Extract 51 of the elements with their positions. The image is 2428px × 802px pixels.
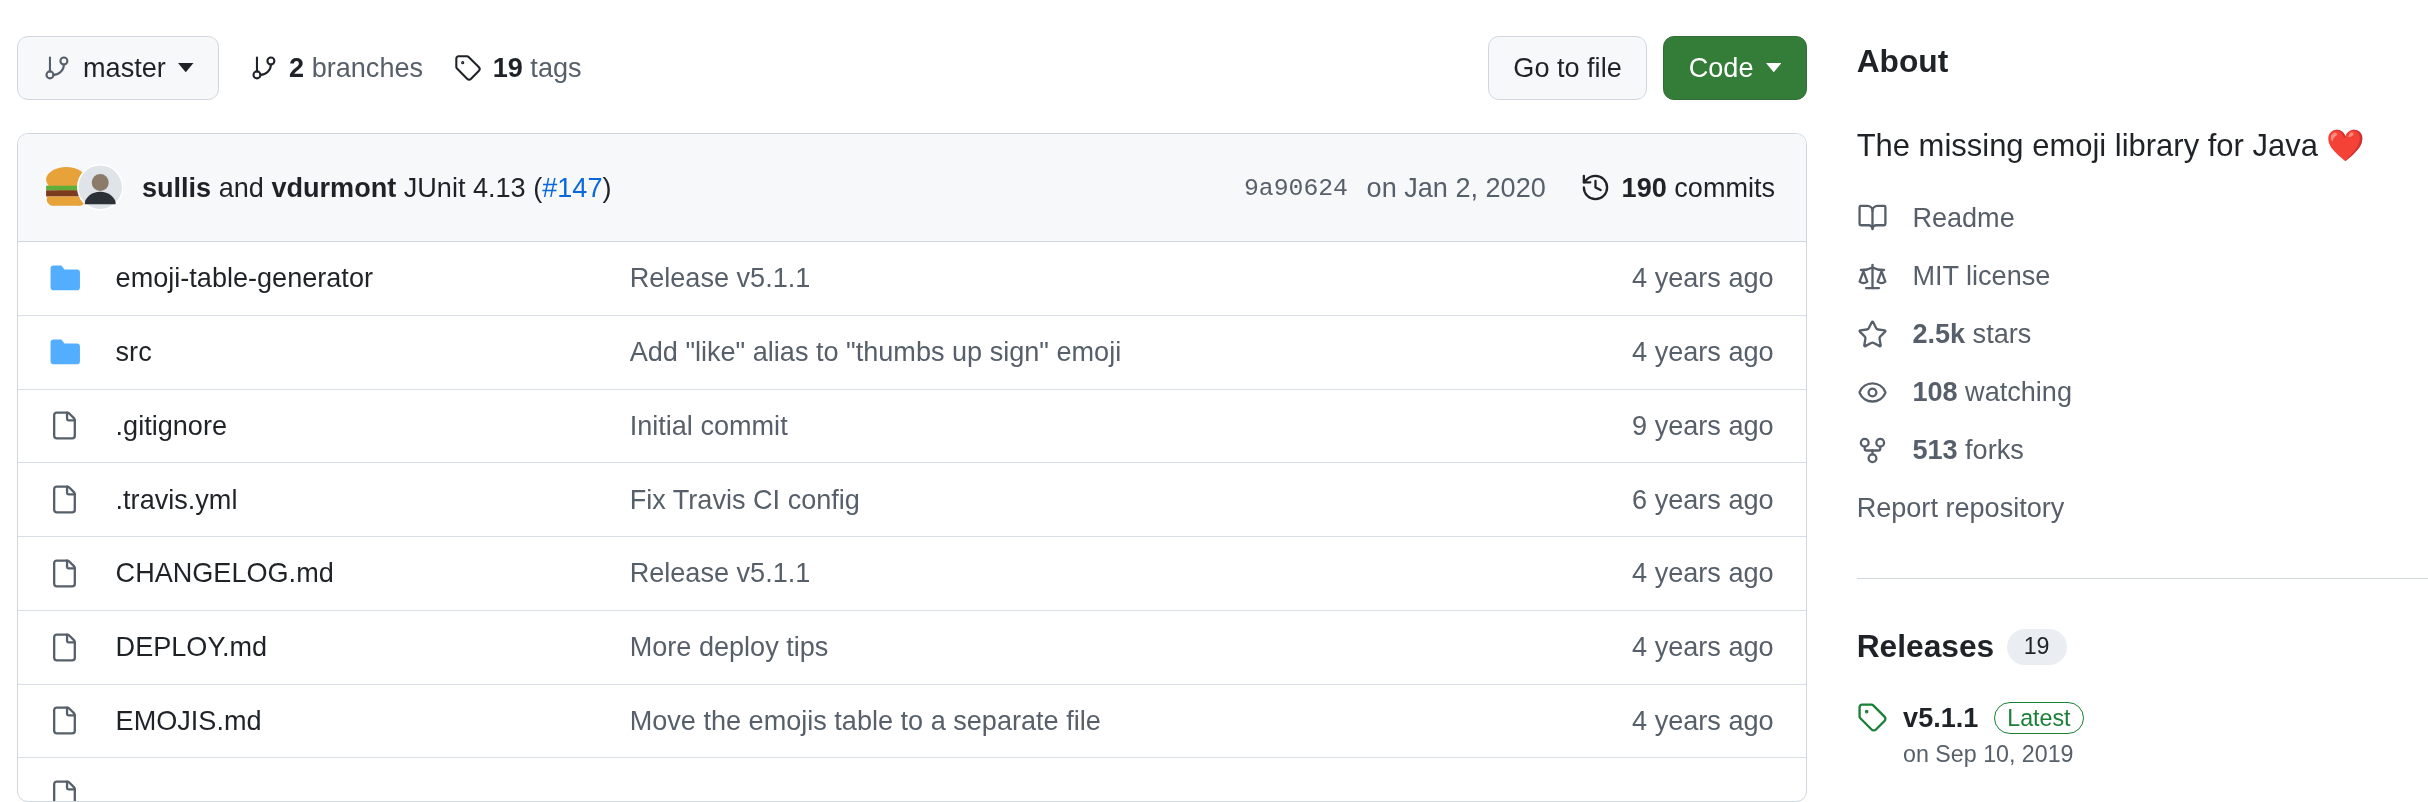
commit-hash[interactable]: 9a90624 [1243,173,1348,202]
commit-age: 6 years ago [1632,483,1774,516]
commit-message-link[interactable]: Fix Travis CI config [629,483,860,515]
commit-age: 4 years ago [1632,262,1774,295]
commit-age: 4 years ago [1632,631,1774,664]
watching-link[interactable]: 108 watching [1856,363,2428,422]
avatar [76,164,124,211]
release-date: on Sep 10, 2019 [1903,740,2075,768]
folder-icon [49,338,82,367]
stars-link[interactable]: 2.5k stars [1856,305,2428,364]
file-name[interactable]: EMOJIS.md [115,704,262,736]
pr-link[interactable]: #147 [542,171,603,203]
tag-icon [454,54,482,83]
commit-date: on Jan 2, 2020 [1366,171,1546,204]
commit-message-link[interactable]: Initial commit [629,409,788,441]
commit-age: 9 years ago [1632,409,1774,442]
commit-age: 4 years ago [1632,336,1774,369]
star-icon [1856,318,1888,350]
file-name[interactable]: src [115,336,152,368]
commit-age: 4 years ago [1632,704,1774,737]
commit-message: sullis and vdurmont JUnit 4.13 (#147) [141,171,612,204]
commit-age: 4 years ago [1632,557,1774,590]
tags-link[interactable]: 19 tags [454,52,582,85]
commit-message-link[interactable]: More deploy tips [629,631,829,663]
readme-link[interactable]: Readme [1856,188,2428,247]
file-name[interactable]: .travis.yml [115,483,238,515]
branch-button[interactable]: master [17,36,220,100]
commit-message-link[interactable]: Add "like" alias to "thumbs up sign" emoji [629,336,1122,368]
file-name[interactable]: .gitignore [115,409,227,441]
commit-message-link[interactable]: Release v5.1.1 [629,557,811,589]
go-to-file-button[interactable]: Go to file [1487,36,1648,100]
releases-heading: Releases [1856,626,1995,666]
repo-description: The missing emoji library for Java ❤ [1856,126,2367,165]
commit-message-link[interactable]: Move the emojis table to a separate file [629,704,1101,736]
caret-icon [1765,63,1782,73]
license-link[interactable]: MIT license [1856,246,2428,305]
file-name[interactable]: CHANGELOG.md [115,557,334,589]
commit-message-link[interactable]: Release v5.1.1 [629,262,811,294]
tag-icon [1856,702,1888,734]
branches-link[interactable]: 2 branches [250,52,424,85]
report-link[interactable]: Report repository [1856,479,2428,538]
about-heading: About [1856,42,1950,82]
forks-link[interactable]: 513 forks [1856,421,2428,480]
folder-icon [49,264,82,293]
file-name[interactable]: DEPLOY.md [115,631,268,663]
releases-count: 19 [2006,628,2067,665]
caret-icon [178,63,194,73]
release-version[interactable]: v5.1.1 [1903,702,1979,735]
code-button[interactable]: Code [1662,36,1808,100]
commits-link[interactable]: 190 commits [1579,171,1776,204]
file-name[interactable]: emoji-table-generator [115,262,373,294]
